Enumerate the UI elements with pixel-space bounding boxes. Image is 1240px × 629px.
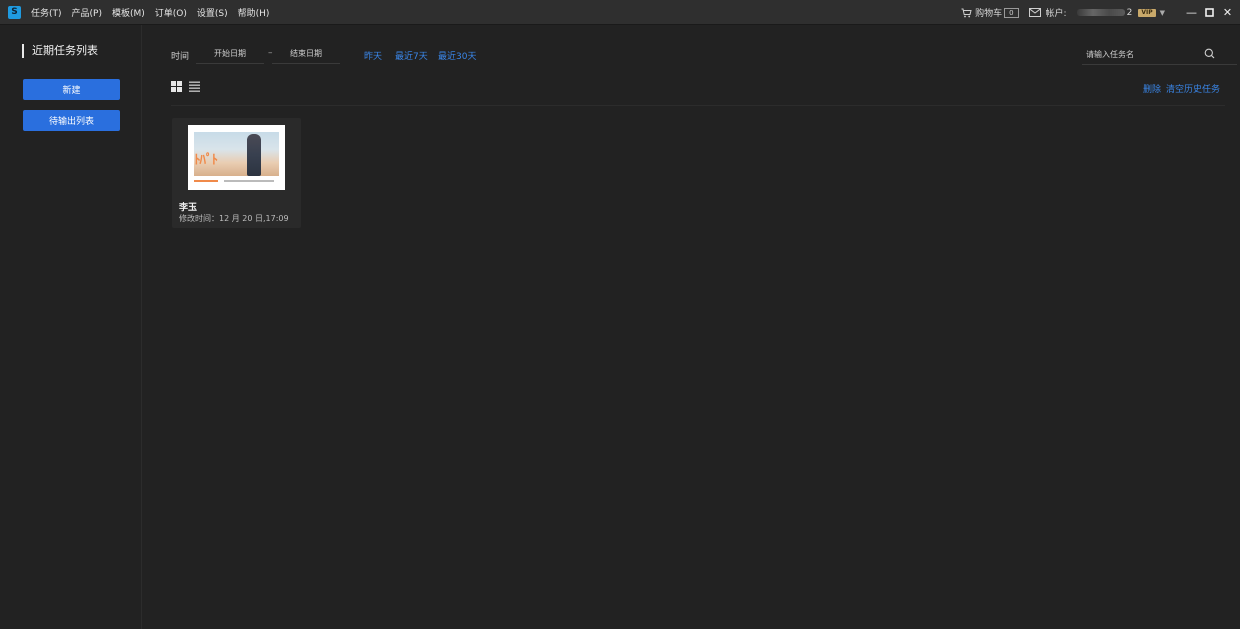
maximize-icon (1205, 8, 1214, 17)
list-view-icon[interactable] (189, 81, 200, 92)
thumbnail-figure (247, 134, 261, 176)
grid-view-icon[interactable] (171, 81, 182, 92)
menu-bar: 任务(T) 产品(P) 模板(M) 订单(O) 设置(S) 帮助(H) (31, 0, 279, 25)
toolbar-divider (171, 105, 1225, 106)
filter-last-7-days-link[interactable]: 最近7天 (395, 49, 428, 62)
cart-icon (961, 8, 972, 17)
task-name: 李玉 (179, 203, 198, 213)
thumbnail-caption (224, 180, 274, 182)
task-modified-time: 修改时间：12 月 20 日,17:09 (179, 214, 289, 223)
app-logo-icon: S (8, 6, 21, 19)
search-input[interactable]: 请输入任务名 (1086, 49, 1134, 60)
account-name-redacted (1076, 9, 1125, 16)
title-bar: S 任务(T) 产品(P) 模板(M) 订单(O) 设置(S) 帮助(H) 购物… (0, 0, 1240, 25)
clear-history-link[interactable]: 清空历史任务 (1166, 82, 1220, 95)
search-icon[interactable] (1204, 48, 1215, 59)
mail-icon (1028, 8, 1041, 17)
filter-last-30-days-link[interactable]: 最近30天 (438, 49, 476, 62)
menu-help[interactable]: 帮助(H) (238, 6, 270, 19)
thumbnail-caption-accent (194, 180, 218, 182)
sidebar-title: 近期任务列表 (22, 44, 98, 58)
chevron-down-icon: ▼ (1159, 8, 1165, 17)
account-label: 帐户: (1045, 9, 1067, 19)
task-card[interactable]: ﾄﾊﾟﾄ 李玉 修改时间：12 月 20 日,17:09 (172, 118, 301, 228)
menu-order[interactable]: 订单(O) (155, 6, 187, 19)
titlebar-right: 购物车 0 帐户: 2 VIP ▼ — ✕ (961, 0, 1240, 25)
sidebar: 近期任务列表 新建 待输出列表 (0, 25, 142, 629)
message-button[interactable] (1028, 8, 1041, 17)
cart-count-badge: 0 (1004, 7, 1019, 18)
end-date-input[interactable]: 结束日期 (272, 43, 340, 64)
menu-product[interactable]: 产品(P) (72, 6, 102, 19)
cart-label: 购物车 (975, 9, 1003, 19)
delete-link[interactable]: 删除 (1143, 82, 1161, 95)
menu-template[interactable]: 模板(M) (112, 6, 145, 19)
minimize-button[interactable]: — (1183, 0, 1200, 25)
cart-button[interactable]: 购物车 0 (961, 6, 1019, 19)
thumbnail-title-art: ﾄﾊﾟﾄ (194, 153, 218, 168)
start-date-input[interactable]: 开始日期 (196, 43, 264, 64)
account-suffix: 2 (1126, 7, 1133, 18)
pending-output-button[interactable]: 待输出列表 (23, 110, 120, 131)
time-filter-label: 时间 (171, 52, 190, 62)
task-thumbnail[interactable]: ﾄﾊﾟﾄ (188, 125, 285, 190)
filter-yesterday-link[interactable]: 昨天 (364, 49, 382, 62)
maximize-button[interactable] (1201, 0, 1218, 25)
account-menu[interactable]: 帐户: 2 VIP ▼ (1045, 6, 1165, 20)
new-task-button[interactable]: 新建 (23, 79, 120, 100)
search-box[interactable]: 请输入任务名 (1082, 43, 1237, 65)
vip-badge: VIP (1138, 8, 1156, 17)
main-panel: 时间 开始日期 – 结束日期 昨天 最近7天 最近30天 请输入任务名 删除 清… (142, 25, 1240, 629)
menu-task[interactable]: 任务(T) (31, 6, 62, 19)
close-button[interactable]: ✕ (1219, 0, 1236, 25)
menu-settings[interactable]: 设置(S) (197, 6, 228, 19)
